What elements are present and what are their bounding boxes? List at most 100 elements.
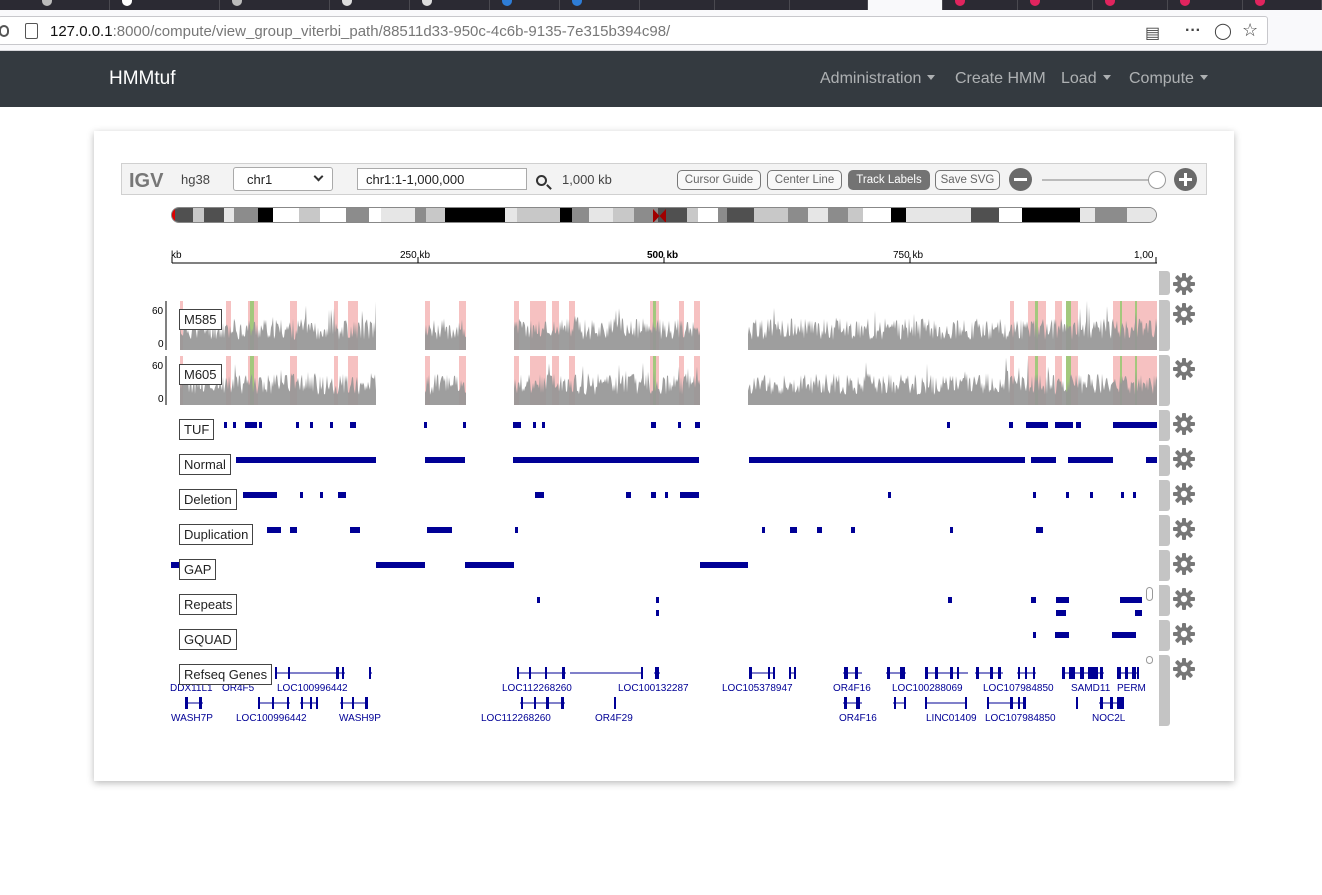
gene-label[interactable]: NOC2L (1092, 713, 1126, 724)
track-scrollbar[interactable] (1146, 587, 1153, 601)
gear-icon[interactable] (1172, 357, 1196, 381)
gene-label[interactable]: OR4F16 (833, 683, 871, 694)
gene-label[interactable]: OR4F29 (595, 713, 633, 724)
track-drag-handle[interactable] (1159, 655, 1170, 726)
feature-block (267, 527, 281, 533)
gene-exon (1137, 667, 1139, 679)
gene-exon (288, 667, 290, 679)
track-label-m585[interactable]: M585 (179, 309, 222, 330)
feature-block (535, 492, 544, 498)
feature-block (665, 492, 668, 498)
feature-block (224, 422, 227, 428)
gear-icon[interactable] (1172, 412, 1196, 436)
gene-label[interactable]: LOC112268260 (481, 713, 551, 724)
track-label-m605[interactable]: M605 (179, 364, 222, 385)
gene-label[interactable]: LOC100132287 (618, 683, 689, 694)
gene-label[interactable]: LOC100996442 (236, 713, 307, 724)
gene-exon (900, 667, 905, 679)
feature-block (1135, 610, 1142, 616)
gene-exon (1062, 667, 1065, 679)
gene-exon (1132, 667, 1136, 679)
track-panel[interactable]: kb 250 kb 500 kb 750 kb 1,00 60 0 60 0 D… (0, 0, 1322, 895)
gene-label[interactable]: LOC100288069 (892, 683, 963, 694)
feature-block (537, 597, 540, 603)
coverage-scale-min: 0 (158, 394, 164, 405)
track-label-gquad[interactable]: GQUAD (179, 629, 237, 650)
gene-exon (925, 697, 927, 709)
gear-icon[interactable] (1172, 482, 1196, 506)
gene-exon (950, 667, 953, 679)
gene-label[interactable]: LOC107984850 (983, 683, 1054, 694)
feature-block (245, 422, 257, 428)
feature-block (513, 457, 699, 463)
gene-exon (562, 667, 565, 679)
gear-icon[interactable] (1172, 272, 1196, 296)
gene-exon (342, 667, 344, 679)
track-drag-handle[interactable] (1159, 410, 1170, 441)
track-label-repeats[interactable]: Repeats (179, 594, 238, 615)
coverage-area (748, 357, 1157, 405)
gear-icon[interactable] (1172, 552, 1196, 576)
ruler-tick-label: 750 kb (893, 250, 923, 261)
track-drag-handle[interactable] (1159, 620, 1170, 651)
feature-block (1033, 632, 1036, 638)
track-drag-handle[interactable] (1159, 355, 1170, 406)
track-drag-handle[interactable] (1159, 271, 1170, 295)
gene-label[interactable]: LINC01409 (926, 713, 977, 724)
gene-exon (1023, 697, 1026, 709)
gene-label[interactable]: LOC100996442 (277, 683, 348, 694)
track-drag-handle[interactable] (1159, 550, 1170, 581)
track-label-refseq-genes[interactable]: Refseq Genes (179, 664, 273, 685)
track-drag-handle[interactable] (1159, 515, 1170, 546)
feature-block (1033, 492, 1036, 498)
gear-icon[interactable] (1172, 447, 1196, 471)
feature-block (1055, 632, 1069, 638)
track-label-gap[interactable]: GAP (179, 559, 217, 580)
gene-label[interactable]: PERM (1117, 683, 1146, 694)
feature-block (851, 527, 855, 533)
gene-label[interactable]: SAMD11 (1071, 683, 1111, 694)
gene-exon (352, 697, 354, 709)
ruler-tick-label: kb (171, 250, 182, 261)
gene-exon (365, 697, 368, 709)
track-label-duplication[interactable]: Duplication (179, 524, 254, 545)
gear-icon[interactable] (1172, 517, 1196, 541)
track-label-tuf[interactable]: TUF (179, 419, 215, 440)
track-label-deletion[interactable]: Deletion (179, 489, 237, 510)
gene-label[interactable]: WASH9P (339, 713, 381, 724)
gear-icon[interactable] (1172, 657, 1196, 681)
feature-block (700, 562, 748, 568)
gene-exon (1025, 667, 1027, 679)
track-drag-handle[interactable] (1159, 585, 1170, 616)
gene-exon (336, 667, 339, 679)
gene-label[interactable]: OR4F16 (839, 713, 877, 724)
gene-label[interactable]: LOC105378947 (722, 683, 793, 694)
feature-block (680, 492, 699, 498)
gene-exon (1100, 697, 1103, 709)
gene-exon (957, 667, 959, 679)
track-scrollbar[interactable] (1146, 656, 1153, 664)
gene-exon (1117, 697, 1124, 709)
track-drag-handle[interactable] (1159, 300, 1170, 351)
track-drag-handle[interactable] (1159, 480, 1170, 511)
feature-tracks (171, 422, 1157, 638)
gene-exon (1018, 697, 1020, 709)
gear-icon[interactable] (1172, 622, 1196, 646)
gene-exon (1125, 667, 1128, 679)
feature-block (513, 422, 521, 428)
gene-label[interactable]: WASH7P (171, 713, 213, 724)
gene-exon (1088, 667, 1098, 679)
gear-icon[interactable] (1172, 302, 1196, 326)
gene-exon (789, 667, 791, 679)
feature-block (259, 422, 262, 428)
feature-block (1120, 597, 1142, 603)
gear-icon[interactable] (1172, 587, 1196, 611)
gene-exon (521, 697, 523, 709)
track-label-normal[interactable]: Normal (179, 454, 231, 475)
feature-block (290, 527, 297, 533)
gene-label[interactable]: LOC107984850 (985, 713, 1056, 724)
feature-block (1056, 610, 1066, 616)
feature-block (310, 422, 313, 428)
gene-label[interactable]: LOC112268260 (502, 683, 572, 694)
track-drag-handle[interactable] (1159, 445, 1170, 476)
